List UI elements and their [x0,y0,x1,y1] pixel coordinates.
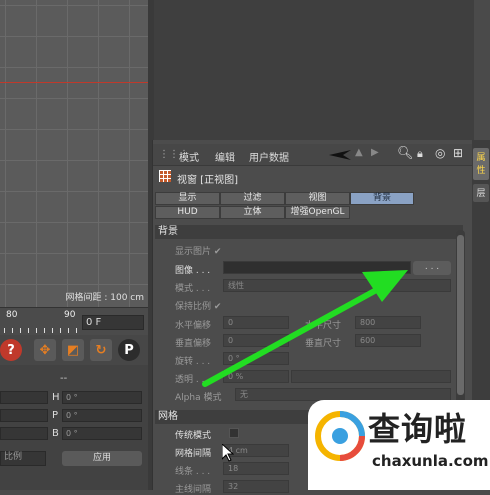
watermark-logo-icon [315,411,365,461]
watermark-title: 查询啦 [368,410,468,448]
watermark-url: chaxunla.com [372,452,489,470]
mouse-cursor-icon [222,444,234,462]
